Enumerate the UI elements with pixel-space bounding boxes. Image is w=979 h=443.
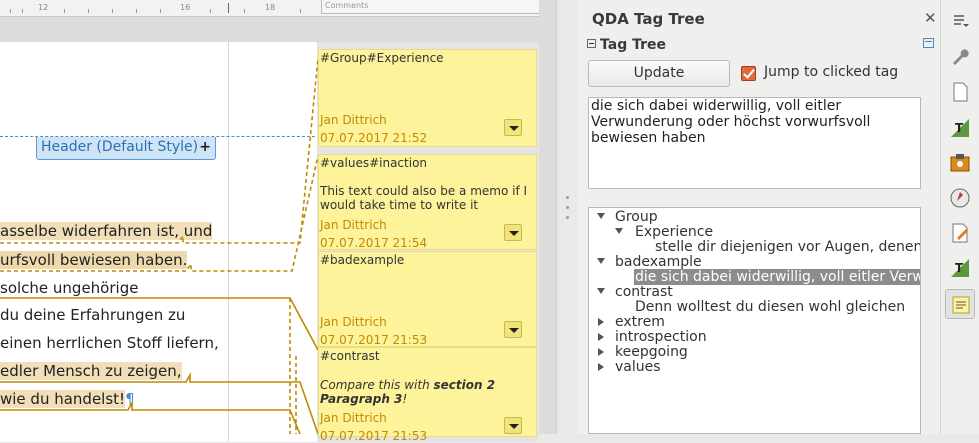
close-icon[interactable]: ✕ bbox=[924, 9, 937, 27]
page-icon[interactable] bbox=[949, 81, 971, 103]
tree-node[interactable]: extrem bbox=[615, 315, 665, 330]
jump-to-tag-label[interactable]: Jump to clicked tag bbox=[764, 64, 898, 80]
tag-tree-section-header[interactable]: Tag Tree bbox=[587, 37, 666, 53]
qda-note-icon bbox=[952, 296, 970, 314]
comment-note[interactable]: #Group#Experience Jan Dittrich 07.07.201… bbox=[318, 49, 537, 147]
navigator-icon[interactable] bbox=[949, 187, 971, 209]
tree-node[interactable]: contrast bbox=[615, 285, 673, 300]
menu-icon[interactable] bbox=[949, 9, 971, 31]
tree-node[interactable]: values bbox=[615, 360, 661, 375]
note-tag: #badexample bbox=[320, 253, 405, 267]
collapsed-arrow-icon[interactable] bbox=[598, 318, 604, 326]
tree-node[interactable]: Experience bbox=[635, 225, 713, 240]
tree-node[interactable]: keepgoing bbox=[615, 345, 688, 360]
note-menu-button[interactable] bbox=[504, 417, 522, 434]
tree-leaf[interactable]: Denn wolltest du diesen wohl gleichen bbox=[635, 300, 905, 315]
wrench-icon[interactable] bbox=[949, 45, 971, 67]
styles-icon-2[interactable]: T bbox=[949, 257, 971, 279]
collapsed-arrow-icon[interactable] bbox=[598, 333, 604, 341]
note-menu-button[interactable] bbox=[504, 119, 522, 136]
note-author: Jan Dittrich bbox=[320, 113, 387, 127]
update-button[interactable]: Update bbox=[588, 60, 730, 87]
sidebar-deck: T T bbox=[940, 0, 979, 434]
comment-note[interactable]: #badexample Jan Dittrich 07.07.2017 21:5… bbox=[318, 251, 537, 347]
svg-text:T: T bbox=[955, 121, 964, 135]
expanded-arrow-icon[interactable] bbox=[597, 258, 605, 264]
note-menu-button[interactable] bbox=[504, 224, 522, 241]
tag-tree[interactable]: Group Experience stelle dir diejenigen v… bbox=[588, 207, 921, 434]
note-tag: #values#inaction bbox=[320, 156, 428, 170]
collapse-icon[interactable] bbox=[587, 39, 596, 48]
jump-to-tag-checkbox[interactable] bbox=[741, 66, 756, 81]
gallery-icon[interactable] bbox=[949, 152, 971, 174]
note-menu-button[interactable] bbox=[504, 321, 522, 338]
qda-deck-button[interactable] bbox=[945, 289, 975, 319]
panel-splitter[interactable] bbox=[556, 0, 578, 434]
note-author: Jan Dittrich bbox=[320, 218, 387, 232]
expanded-arrow-icon[interactable] bbox=[597, 288, 605, 294]
tree-leaf[interactable]: stelle dir diejenigen vor Augen, denen bbox=[655, 240, 920, 255]
tree-node[interactable]: introspection bbox=[615, 330, 707, 345]
collapsed-arrow-icon[interactable] bbox=[598, 348, 604, 356]
qda-panel: QDA Tag Tree ✕ Tag Tree Update Jump to c… bbox=[578, 0, 940, 434]
document-scrollbar[interactable] bbox=[539, 0, 556, 434]
expanded-arrow-icon[interactable] bbox=[615, 228, 623, 234]
note-tag: #contrast bbox=[320, 349, 380, 363]
note-author: Jan Dittrich bbox=[320, 411, 387, 425]
page-edit-icon[interactable] bbox=[949, 222, 971, 244]
styles-icon[interactable]: T bbox=[949, 117, 971, 139]
note-date: 07.07.2017 21:53 bbox=[320, 333, 428, 347]
note-date: 07.07.2017 21:54 bbox=[320, 236, 428, 250]
note-body: Compare this with section 2 Paragraph 3! bbox=[320, 378, 496, 406]
note-tag: #Group#Experience bbox=[320, 51, 444, 65]
tree-node[interactable]: badexample bbox=[615, 255, 702, 270]
note-author: Jan Dittrich bbox=[320, 315, 387, 329]
panel-title: QDA Tag Tree bbox=[592, 10, 705, 28]
tree-node[interactable]: Group bbox=[615, 210, 658, 225]
comment-note[interactable]: #contrast Compare this with section 2 Pa… bbox=[318, 347, 537, 443]
collapsed-arrow-icon[interactable] bbox=[598, 363, 604, 371]
selected-text-box[interactable]: die sich dabei widerwillig, voll eitler … bbox=[588, 97, 921, 189]
tree-leaf-selected[interactable]: die sich dabei widerwillig, voll eitler … bbox=[635, 270, 920, 285]
note-date: 07.07.2017 21:53 bbox=[320, 429, 428, 443]
note-body: This text could also be a memo if I woul… bbox=[320, 184, 528, 212]
expanded-arrow-icon[interactable] bbox=[597, 213, 605, 219]
note-date: 07.07.2017 21:52 bbox=[320, 131, 428, 145]
panel-menu-icon[interactable] bbox=[923, 38, 934, 48]
comment-note[interactable]: #values#inaction This text could also be… bbox=[318, 154, 537, 250]
svg-text:T: T bbox=[955, 261, 964, 275]
